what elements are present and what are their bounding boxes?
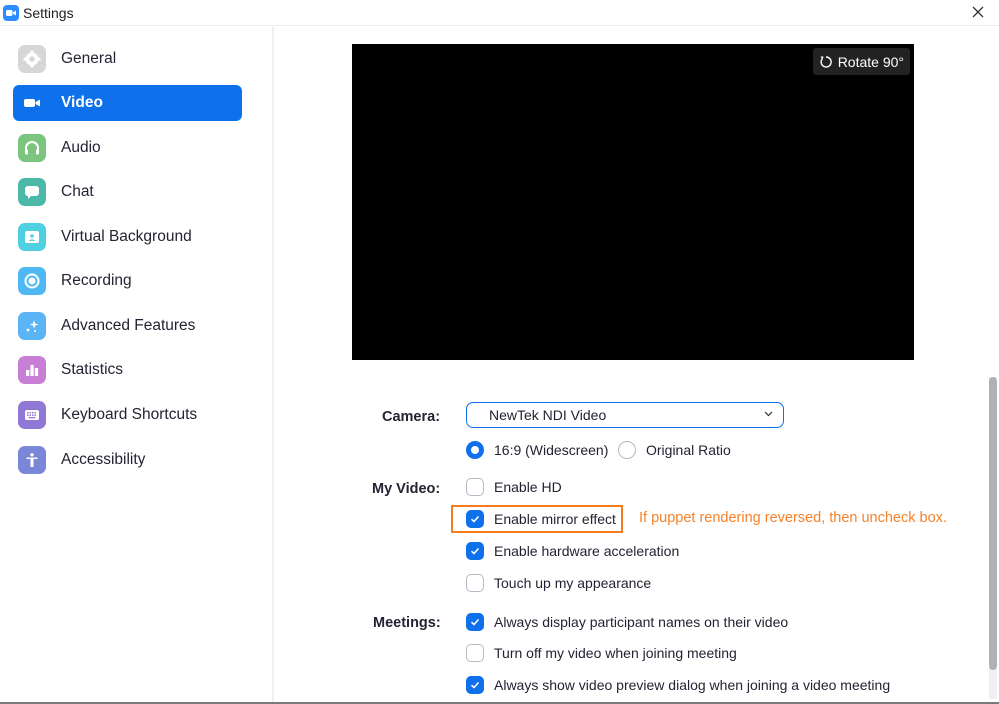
close-button[interactable] [969,3,987,21]
sidebar-item-accessibility[interactable]: Accessibility [13,442,242,478]
person-portrait-icon [18,223,46,251]
chevron-down-icon [764,411,773,417]
sidebar-item-keyboard-shortcuts[interactable]: Keyboard Shortcuts [13,397,242,433]
video-settings-panel: Rotate 90° Camera: NewTek NDI Video 16:9… [276,27,999,702]
camera-dropdown[interactable]: NewTek NDI Video [466,402,784,428]
checkbox[interactable] [466,676,484,694]
checkbox[interactable] [466,478,484,496]
checkbox[interactable] [466,644,484,662]
chat-bubble-icon [18,178,46,206]
meetings-label: Meetings: [373,615,441,631]
sidebar-item-video[interactable]: Video [13,85,242,121]
checkbox[interactable] [466,574,484,592]
radio-button[interactable] [618,441,636,459]
checkmark-icon [470,618,480,626]
rotate-icon [820,55,832,68]
radio-original-ratio[interactable]: Original Ratio [618,441,731,459]
my-video-label: My Video: [372,481,441,497]
checkmark-icon [470,515,480,523]
headphones-icon [18,134,46,162]
sidebar-item-chat[interactable]: Chat [13,174,242,210]
checkbox-video-preview-dialog[interactable]: Always show video preview dialog when jo… [466,676,890,694]
radio-widescreen[interactable]: 16:9 (Widescreen) [466,441,608,459]
sidebar-item-label: Accessibility [61,451,146,468]
checkbox-label: Enable hardware acceleration [494,543,680,559]
rotate-button[interactable]: Rotate 90° [812,48,910,75]
checkbox-label: Enable mirror effect [494,511,616,527]
sidebar-item-audio[interactable]: Audio [13,130,242,166]
checkbox-enable-mirror-effect[interactable]: Enable mirror effect [466,510,616,528]
checkbox-enable-hd[interactable]: Enable HD [466,478,562,496]
sidebar-item-label: Statistics [61,361,124,378]
settings-window: Settings General Video Audio Chat Virtua… [0,0,999,704]
video-preview: Rotate 90° [352,44,914,360]
scrollbar-thumb[interactable] [989,377,997,670]
checkbox-display-participant-names[interactable]: Always display participant names on thei… [466,613,788,631]
close-icon [972,6,984,18]
sidebar-item-label: Video [61,94,103,111]
sidebar-item-label: General [61,50,117,67]
keyboard-icon [18,401,46,429]
sparkle-icon [18,312,46,340]
settings-sidebar: General Video Audio Chat Virtual Backgro… [0,27,274,702]
sidebar-item-general[interactable]: General [13,41,242,77]
camera-selected-value: NewTek NDI Video [489,407,607,423]
checkbox[interactable] [466,510,484,528]
gear-icon [18,45,46,73]
sidebar-item-label: Chat [61,183,94,200]
checkmark-icon [470,547,480,555]
radio-label: Original Ratio [646,442,731,458]
window-title: Settings [23,4,74,21]
camera-label: Camera: [382,409,441,425]
checkbox-touch-up-appearance[interactable]: Touch up my appearance [466,574,651,592]
checkbox-label: Enable HD [494,479,562,495]
checkbox-label: Turn off my video when joining meeting [494,645,737,661]
checkbox-turn-off-video[interactable]: Turn off my video when joining meeting [466,644,737,662]
sidebar-item-label: Keyboard Shortcuts [61,406,198,423]
checkbox-label: Always display participant names on thei… [494,614,789,630]
accessibility-person-icon [18,446,46,474]
radio-label: 16:9 (Widescreen) [494,442,609,458]
checkmark-icon [470,681,480,689]
rotate-label: Rotate 90° [837,53,904,70]
zoom-app-icon [3,4,19,21]
sidebar-item-label: Recording [61,272,132,289]
sidebar-item-recording[interactable]: Recording [13,263,242,299]
radio-button[interactable] [466,441,484,459]
checkbox[interactable] [466,613,484,631]
checkbox-label: Always show video preview dialog when jo… [494,677,891,693]
annotation-note: If puppet rendering reversed, then unche… [639,510,947,526]
vertical-scrollbar[interactable] [989,377,997,699]
checkbox[interactable] [466,542,484,560]
video-camera-icon [18,89,46,117]
bar-chart-icon [18,356,46,384]
sidebar-item-label: Virtual Background [61,228,192,245]
checkbox-hardware-acceleration[interactable]: Enable hardware acceleration [466,542,679,560]
sidebar-item-label: Advanced Features [61,317,196,334]
sidebar-item-label: Audio [61,139,101,156]
title-bar: Settings [0,0,999,26]
sidebar-item-statistics[interactable]: Statistics [13,352,242,388]
sidebar-item-virtual-background[interactable]: Virtual Background [13,219,242,255]
sidebar-item-advanced-features[interactable]: Advanced Features [13,308,242,344]
checkbox-label: Touch up my appearance [494,575,652,591]
record-circle-icon [18,267,46,295]
